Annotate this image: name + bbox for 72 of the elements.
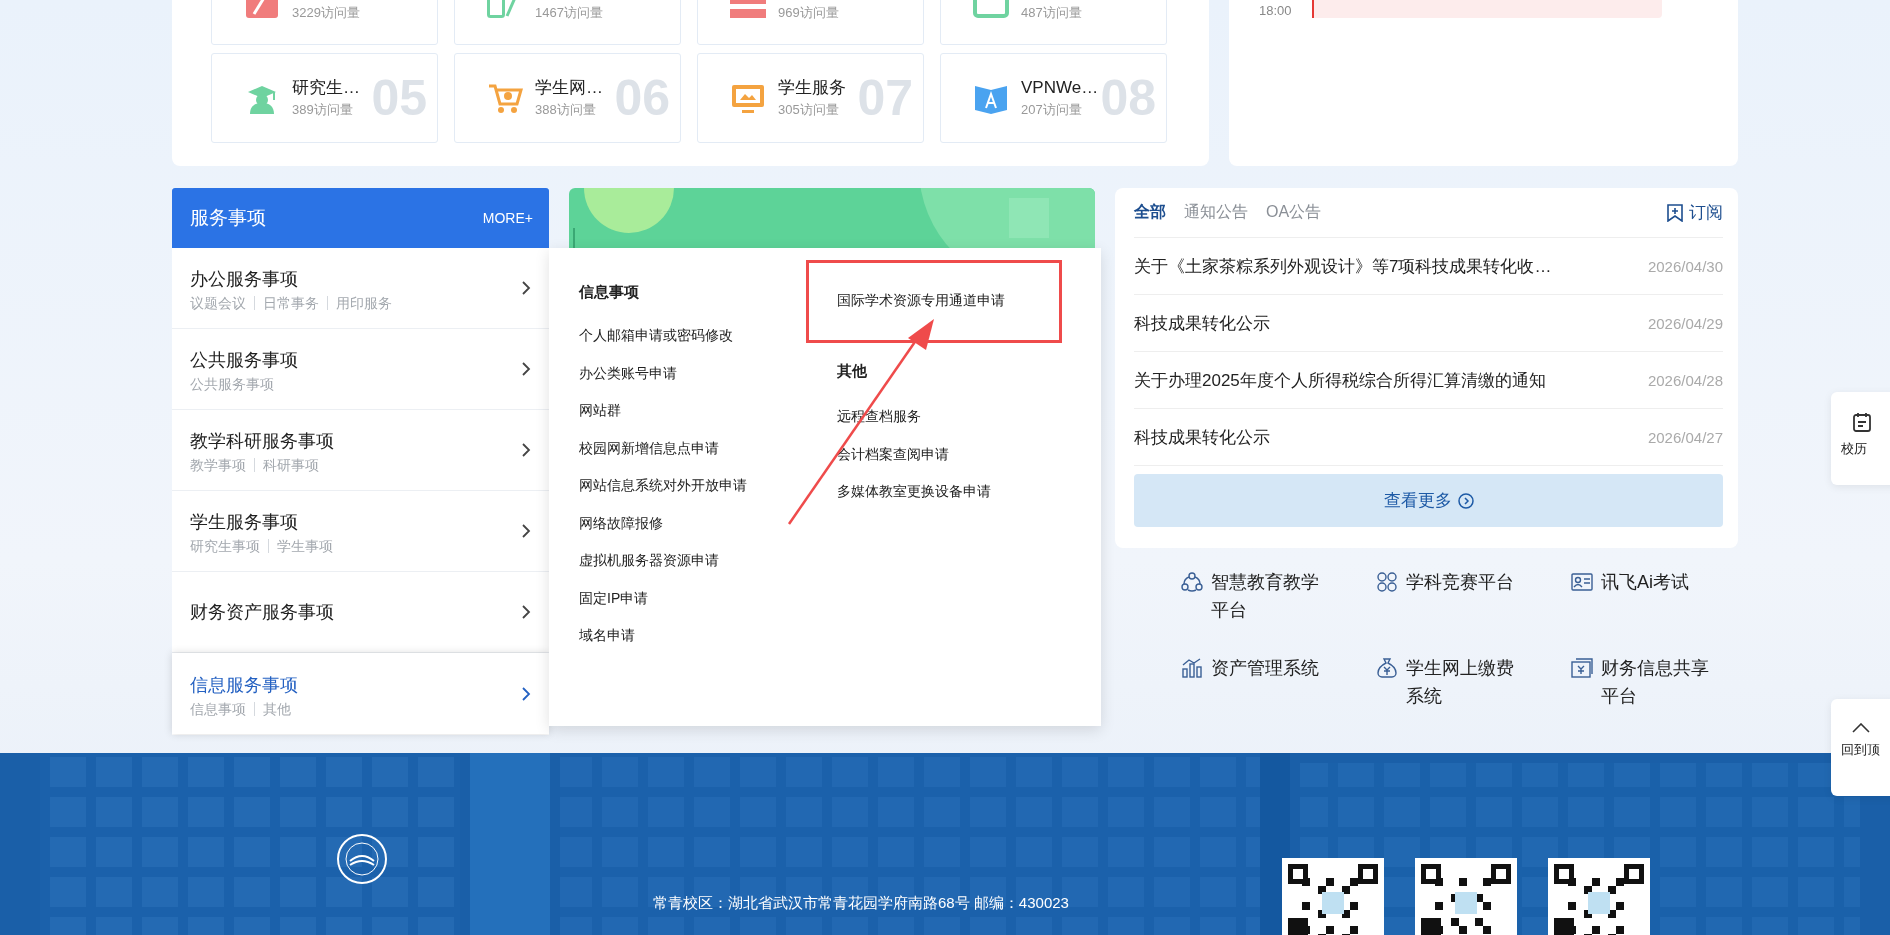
money-bag-icon [1376, 657, 1398, 679]
news-date: 2026/04/30 [1647, 257, 1723, 275]
tile-title: 学生服务 [778, 77, 846, 99]
grid-icon [1376, 571, 1398, 593]
menu-item[interactable]: 会计档案查阅申请 [837, 443, 1067, 464]
news-date: 2026/04/29 [1647, 314, 1723, 332]
calendar-icon [1852, 412, 1872, 432]
emblem-icon [336, 833, 388, 885]
menu-item[interactable]: 校园网新增信息点申请 [579, 437, 837, 458]
menu-item[interactable]: 网站群 [579, 400, 837, 420]
chevron-right-icon [521, 280, 531, 296]
visit-count: 1467访问量 [535, 4, 603, 22]
chevron-right-icon [521, 361, 531, 377]
menu-item[interactable]: 多媒体教室更换设备申请 [837, 481, 1067, 501]
app-link[interactable]: 学生网上缴费系统 [1376, 654, 1571, 710]
chevron-right-icon [521, 523, 531, 539]
subscribe-link[interactable]: 订阅 [1667, 201, 1723, 224]
visit-count: 969访问量 [778, 4, 839, 22]
news-title[interactable]: 关于《土家茶粽系列外观设计》等7项科技成果转化收… [1134, 254, 1552, 278]
tile-title: 学生网… [535, 77, 603, 99]
bar-chart-icon [1181, 657, 1203, 679]
category-title: 财务资产服务事项 [190, 601, 334, 624]
people-icon [1181, 571, 1203, 593]
app-link[interactable]: 资产管理系统 [1181, 654, 1376, 710]
news-title[interactable]: 科技成果转化公示 [1134, 425, 1270, 449]
chevron-right-icon [521, 604, 531, 620]
app-link[interactable]: 讯飞Ai考试 [1571, 568, 1766, 624]
group-heading: 其他 [837, 361, 868, 381]
app-link[interactable]: 学科竞赛平台 [1376, 568, 1571, 624]
category-title: 教学科研服务事项 [190, 430, 334, 453]
visit-count: 305访问量 [778, 101, 840, 119]
news-tab[interactable]: 全部 [1134, 202, 1166, 223]
menu-item[interactable]: 网站信息系统对外开放申请 [579, 475, 837, 495]
app-link[interactable]: 财务信息共享平台 [1571, 654, 1766, 710]
circle-chevron-icon [1457, 492, 1474, 509]
id-card-icon [1571, 571, 1593, 593]
back-to-top-button[interactable]: 回到顶 [1831, 699, 1890, 796]
category-title: 公共服务事项 [190, 349, 298, 372]
calendar-button[interactable]: 校历 [1831, 392, 1890, 485]
tile-title: VPNWe… [1021, 77, 1099, 99]
invoice-icon [1571, 657, 1593, 679]
menu-item[interactable]: 国际学术资源专用通道申请 [837, 290, 1067, 310]
news-title[interactable]: 关于办理2025年度个人所得税综合所得汇算清缴的通知 [1134, 368, 1546, 392]
visit-count: 3229访问量 [292, 4, 360, 22]
visit-count: 389访问量 [292, 101, 354, 119]
visit-count: 487访问量 [1021, 4, 1082, 22]
visit-count: 207访问量 [1021, 101, 1083, 119]
news-title[interactable]: 科技成果转化公示 [1134, 311, 1270, 335]
group-heading: 信息事项 [579, 282, 640, 302]
address-text: 常青校区：湖北省武汉市常青花园学府南路68号 邮编：430023 [653, 894, 1070, 913]
panel-title: 服务事项 [190, 206, 266, 230]
chevron-up-icon [1852, 723, 1870, 733]
news-date: 2026/04/27 [1647, 428, 1723, 446]
event-time: 18:00 [1259, 4, 1292, 18]
bookmark-icon [1667, 203, 1683, 222]
news-date: 2026/04/28 [1647, 371, 1723, 389]
menu-item[interactable]: 虚拟机服务器资源申请 [579, 550, 837, 570]
menu-item[interactable]: 域名申请 [579, 625, 837, 645]
menu-item[interactable]: 网络故障报修 [579, 512, 837, 533]
chevron-right-icon [521, 442, 531, 458]
category-title: 学生服务事项 [190, 511, 299, 534]
more-link[interactable]: MORE+ [482, 210, 533, 226]
view-more-button[interactable]: 查看更多 [1134, 474, 1723, 527]
chevron-right-icon [521, 685, 531, 702]
menu-item[interactable]: 固定IP申请 [579, 587, 837, 608]
menu-item[interactable]: 办公类账号申请 [579, 362, 837, 383]
category-title: 信息服务事项 [190, 673, 299, 697]
app-link[interactable]: 智慧教育教学平台 [1181, 568, 1376, 624]
visit-count: 388访问量 [535, 101, 597, 119]
menu-item[interactable]: 个人邮箱申请或密码修改 [579, 325, 837, 345]
category-title: 办公服务事项 [190, 268, 299, 291]
tile-title: 研究生… [292, 77, 360, 99]
